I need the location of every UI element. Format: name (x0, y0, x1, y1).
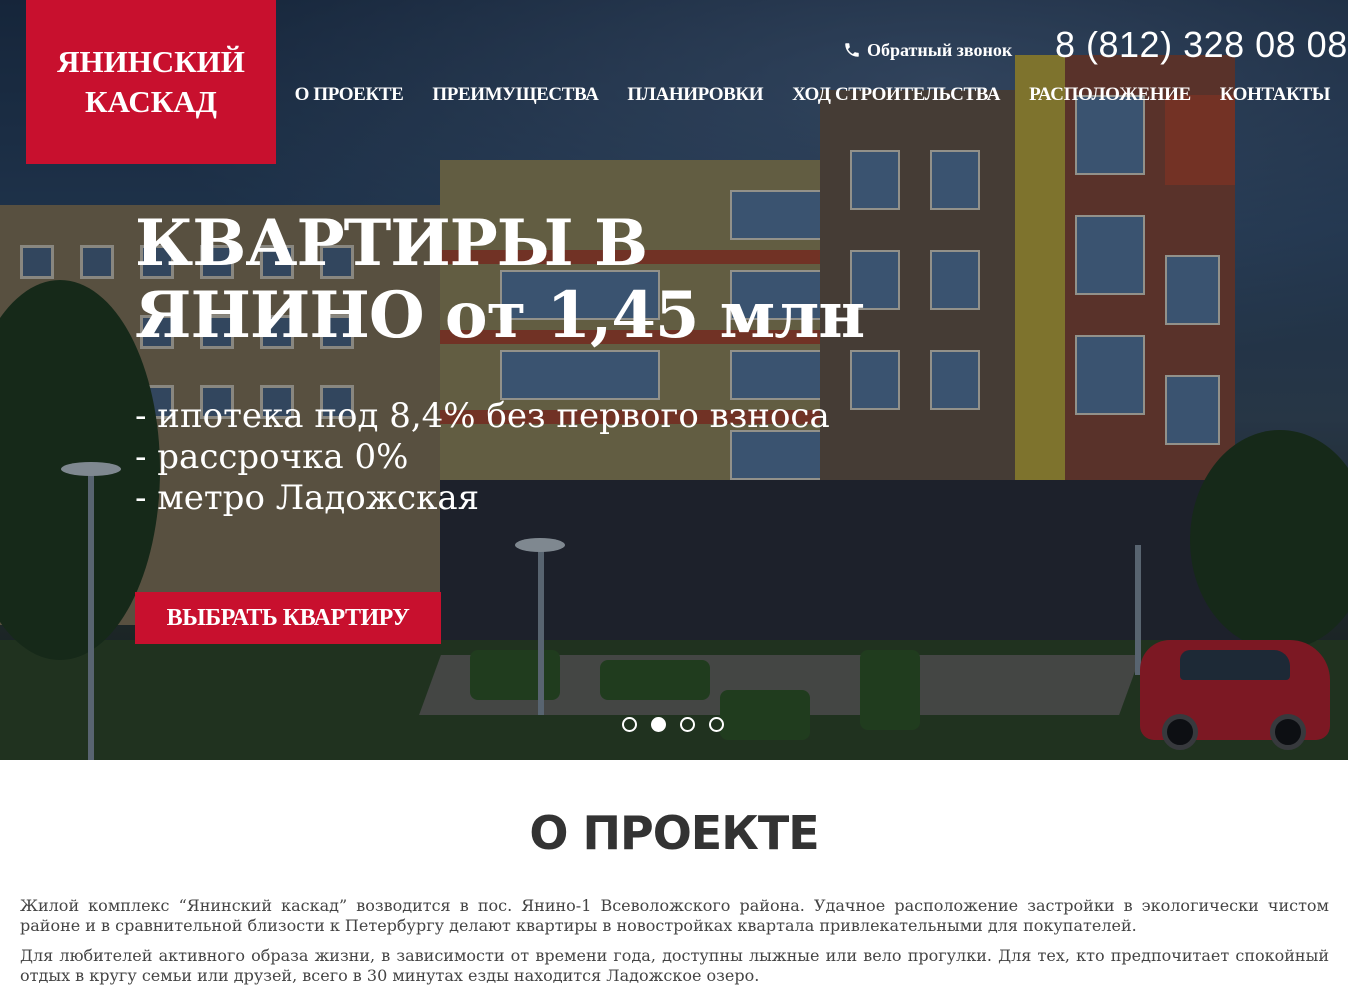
hero-benefit-metro: - метро Ладожская (135, 478, 480, 518)
slider-dot-1[interactable] (622, 717, 637, 732)
hero-headline-line-1: КВАРТИРЫ В (135, 206, 648, 281)
choose-apartment-button[interactable]: ВЫБРАТЬ КВАРТИРУ (135, 592, 441, 644)
nav-item-location[interactable]: РАСПОЛОЖЕНИЕ (1029, 84, 1191, 106)
hero-headline: КВАРТИРЫ В ЯНИНО от 1,45 млн (135, 206, 865, 353)
hero-headline-line-2: ЯНИНО от 1,45 млн (135, 278, 865, 353)
slider-dot-4[interactable] (709, 717, 724, 732)
hero-benefit-installment: - рассрочка 0% (135, 437, 409, 477)
phone-icon (845, 43, 859, 57)
phone-number[interactable]: 8 (812) 328 08 08 (1055, 24, 1348, 66)
logo-line-2: КАСКАД (85, 84, 217, 119)
hero-headline-price: от 1,45 млн (444, 278, 865, 353)
about-paragraph-2: Для любителей активного образа жизни, в … (20, 946, 1329, 985)
nav-item-about[interactable]: О ПРОЕКТЕ (295, 84, 404, 106)
slider-dot-3[interactable] (680, 717, 695, 732)
hero-headline-location: ЯНИНО (135, 278, 445, 353)
main-nav: О ПРОЕКТЕ ПРЕИМУЩЕСТВА ПЛАНИРОВКИ ХОД СТ… (266, 84, 1331, 106)
callback-label: Обратный звонок (867, 39, 1013, 60)
about-section-title: О ПРОЕКТЕ (529, 806, 819, 860)
site-logo[interactable]: ЯНИНСКИЙ КАСКАД (26, 0, 276, 164)
hero-benefits-list: - ипотека под 8,4% без первого взноса - … (135, 396, 830, 519)
nav-item-layouts[interactable]: ПЛАНИРОВКИ (627, 84, 763, 106)
callback-link[interactable]: Обратный звонок (843, 38, 1012, 62)
slider-dots (622, 717, 724, 732)
slider-dot-2[interactable] (651, 717, 666, 732)
logo-line-1: ЯНИНСКИЙ (57, 44, 245, 79)
nav-item-advantages[interactable]: ПРЕИМУЩЕСТВА (432, 84, 598, 106)
hero-benefit-mortgage: - ипотека под 8,4% без первого взноса (135, 396, 830, 436)
nav-item-construction[interactable]: ХОД СТРОИТЕЛЬСТВА (792, 84, 1000, 106)
about-paragraph-1: Жилой комплекс “Янинский каскад” возводи… (20, 896, 1329, 935)
nav-item-contacts[interactable]: КОНТАКТЫ (1220, 84, 1331, 106)
about-section-text: Жилой комплекс “Янинский каскад” возводи… (20, 896, 1329, 991)
